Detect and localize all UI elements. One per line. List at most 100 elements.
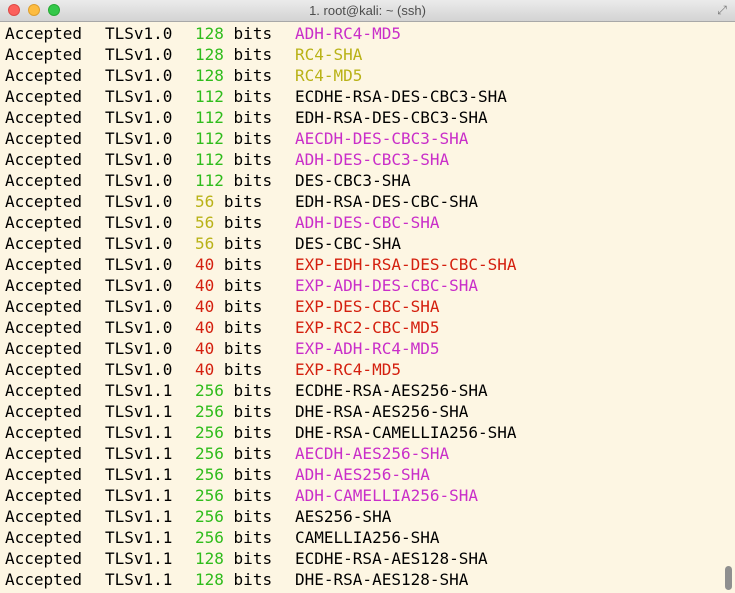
tls-version: TLSv1.1: [105, 381, 173, 400]
key-size: 256 bits: [195, 527, 295, 548]
key-size-value: 40: [195, 276, 215, 295]
key-size: 128 bits: [195, 44, 295, 65]
key-size: 40 bits: [195, 296, 295, 317]
key-size-unit: bits: [233, 423, 273, 442]
accepted-status: Accepted: [5, 108, 83, 127]
key-size: 128 bits: [195, 65, 295, 86]
terminal-output[interactable]: Accepted TLSv1.0 128 bits ADH-RC4-MD5 Accept…: [0, 22, 722, 593]
terminal-line: Accepted TLSv1.0 112 bits EDH-RSA-DES-CBC3-…: [5, 107, 722, 128]
accepted-status: Accepted: [5, 24, 83, 43]
cipher-suite: AECDH-AES256-SHA: [295, 444, 450, 463]
cipher-suite: ADH-DES-CBC-SHA: [295, 213, 440, 232]
key-size-value: 40: [195, 360, 215, 379]
key-size-value: 112: [195, 129, 224, 148]
tls-version: TLSv1.0: [105, 108, 173, 127]
key-size-unit: bits: [233, 402, 273, 421]
terminal-line: Accepted TLSv1.0 128 bits ADH-RC4-MD5: [5, 23, 722, 44]
cipher-suite: EXP-ADH-RC4-MD5: [295, 339, 440, 358]
key-size-unit: bits: [233, 87, 273, 106]
tls-version: TLSv1.1: [105, 507, 173, 526]
accepted-status: Accepted: [5, 66, 83, 85]
accepted-status: Accepted: [5, 402, 83, 421]
title-bar: 1. root@kali: ~ (ssh) ⤢: [0, 0, 735, 22]
accepted-status: Accepted: [5, 444, 83, 463]
accepted-status: Accepted: [5, 234, 83, 253]
accepted-status: Accepted: [5, 486, 83, 505]
terminal-line: Accepted TLSv1.0 40 bits EXP-ADH-DES-CBC-SH…: [5, 275, 722, 296]
key-size: 40 bits: [195, 275, 295, 296]
tls-version: TLSv1.0: [105, 276, 173, 295]
cipher-suite: ADH-RC4-MD5: [295, 24, 401, 43]
tls-version: TLSv1.1: [105, 444, 173, 463]
cipher-suite: ECDHE-RSA-DES-CBC3-SHA: [295, 87, 507, 106]
tls-version: TLSv1.1: [105, 486, 173, 505]
terminal-line: Accepted TLSv1.1 256 bits ADH-AES256-SHA: [5, 464, 722, 485]
accepted-status: Accepted: [5, 87, 83, 106]
cipher-suite: CAMELLIA256-SHA: [295, 528, 440, 547]
key-size: 112 bits: [195, 170, 295, 191]
key-size: 256 bits: [195, 380, 295, 401]
accepted-status: Accepted: [5, 528, 83, 547]
tls-version: TLSv1.1: [105, 549, 173, 568]
key-size-value: 128: [195, 45, 224, 64]
terminal-line: Accepted TLSv1.0 128 bits RC4-MD5: [5, 65, 722, 86]
tls-version: TLSv1.0: [105, 129, 173, 148]
tls-version: TLSv1.0: [105, 360, 173, 379]
terminal-window: 1. root@kali: ~ (ssh) ⤢ Accepted TLSv1.0 1…: [0, 0, 735, 593]
cipher-suite: DHE-RSA-AES256-SHA: [295, 402, 469, 421]
tls-version: TLSv1.1: [105, 423, 173, 442]
tls-version: TLSv1.1: [105, 570, 173, 589]
terminal-line: Accepted TLSv1.1 256 bits CAMELLIA256-SHA: [5, 527, 722, 548]
terminal-line: Accepted TLSv1.0 112 bits AECDH-DES-CBC3-SH…: [5, 128, 722, 149]
key-size-value: 40: [195, 255, 215, 274]
key-size-unit: bits: [233, 45, 273, 64]
tls-version: TLSv1.0: [105, 255, 173, 274]
key-size: 112 bits: [195, 107, 295, 128]
key-size: 40 bits: [195, 254, 295, 275]
key-size: 56 bits: [195, 233, 295, 254]
key-size: 256 bits: [195, 401, 295, 422]
key-size-unit: bits: [233, 570, 273, 589]
key-size-value: 128: [195, 24, 224, 43]
tls-version: TLSv1.0: [105, 234, 173, 253]
accepted-status: Accepted: [5, 150, 83, 169]
tls-version: TLSv1.0: [105, 66, 173, 85]
accepted-status: Accepted: [5, 381, 83, 400]
accepted-status: Accepted: [5, 297, 83, 316]
fullscreen-icon[interactable]: ⤢: [715, 3, 729, 17]
key-size-value: 112: [195, 87, 224, 106]
accepted-status: Accepted: [5, 45, 83, 64]
cipher-suite: DHE-RSA-AES128-SHA: [295, 570, 469, 589]
key-size: 112 bits: [195, 86, 295, 107]
key-size-unit: bits: [223, 192, 263, 211]
terminal-line: Accepted TLSv1.1 256 bits AES256-SHA: [5, 506, 722, 527]
tls-version: TLSv1.0: [105, 297, 173, 316]
terminal-line: Accepted TLSv1.1 256 bits AECDH-AES256-SHA: [5, 443, 722, 464]
key-size: 56 bits: [195, 191, 295, 212]
key-size-value: 256: [195, 381, 224, 400]
cipher-suite: ECDHE-RSA-AES128-SHA: [295, 549, 488, 568]
key-size: 128 bits: [195, 23, 295, 44]
key-size-value: 56: [195, 192, 215, 211]
accepted-status: Accepted: [5, 423, 83, 442]
cipher-suite: DES-CBC-SHA: [295, 234, 401, 253]
terminal-line: Accepted TLSv1.0 56 bits ADH-DES-CBC-SHA: [5, 212, 722, 233]
accepted-status: Accepted: [5, 360, 83, 379]
accepted-status: Accepted: [5, 507, 83, 526]
cipher-suite: ADH-DES-CBC3-SHA: [295, 150, 450, 169]
key-size-unit: bits: [233, 171, 273, 190]
terminal-line: Accepted TLSv1.1 256 bits ADH-CAMELLIA256-S…: [5, 485, 722, 506]
key-size-value: 40: [195, 339, 215, 358]
key-size: 256 bits: [195, 485, 295, 506]
key-size: 256 bits: [195, 443, 295, 464]
cipher-suite: ADH-CAMELLIA256-SHA: [295, 486, 479, 505]
terminal-line: Accepted TLSv1.0 56 bits DES-CBC-SHA: [5, 233, 722, 254]
scrollbar-thumb[interactable]: [725, 566, 732, 590]
key-size: 56 bits: [195, 212, 295, 233]
cipher-suite: EXP-RC2-CBC-MD5: [295, 318, 440, 337]
accepted-status: Accepted: [5, 465, 83, 484]
key-size-unit: bits: [233, 381, 273, 400]
terminal-line: Accepted TLSv1.0 40 bits EXP-EDH-RSA-DES-CB…: [5, 254, 722, 275]
cipher-suite: AES256-SHA: [295, 507, 392, 526]
tls-version: TLSv1.0: [105, 213, 173, 232]
